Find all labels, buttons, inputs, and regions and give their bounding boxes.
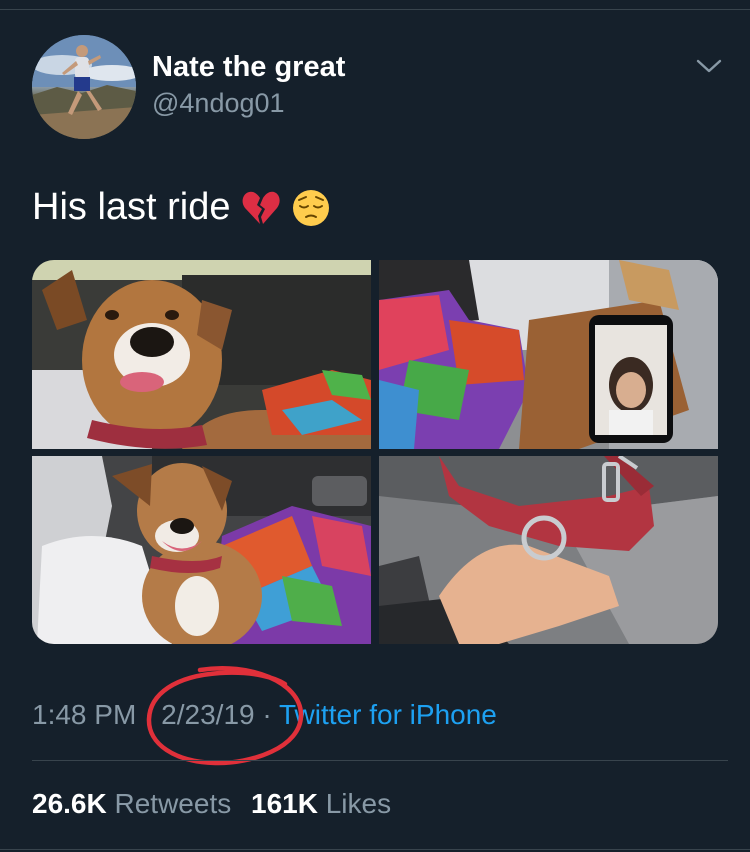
meta-separator: ·: [254, 699, 279, 730]
tweet-text-content: His last ride: [32, 186, 231, 228]
photo-dog-in-car[interactable]: [32, 260, 371, 449]
tweet-date[interactable]: 2/23/19: [161, 699, 254, 730]
avatar[interactable]: [32, 35, 136, 139]
photo-blanket-and-phone[interactable]: [379, 260, 718, 449]
photo-dog-smiling[interactable]: [32, 456, 371, 644]
tweet-text: His last ride: [32, 186, 331, 229]
likes-stat[interactable]: 161K Likes: [251, 788, 391, 819]
tweet-meta: 1:48 PM · 2/23/19 · Twitter for iPhone: [32, 699, 497, 731]
likes-count: 161K: [251, 788, 318, 819]
photo-hand-holding-collar[interactable]: [379, 456, 718, 644]
chevron-down-icon[interactable]: [696, 58, 722, 74]
display-name[interactable]: Nate the great: [152, 51, 345, 84]
likes-label: Likes: [325, 788, 392, 819]
broken-heart-icon: [241, 188, 281, 228]
engagement-stats: 26.6K Retweets 161K Likes: [32, 788, 403, 820]
user-handle[interactable]: @4ndog01: [152, 88, 285, 119]
retweets-stat[interactable]: 26.6K Retweets: [32, 788, 231, 819]
tweet-source-link[interactable]: Twitter for iPhone: [279, 699, 497, 730]
meta-separator: ·: [136, 699, 162, 730]
tweet-time: 1:48 PM: [32, 699, 137, 730]
pensive-face-icon: [291, 188, 331, 228]
media-grid: [32, 260, 718, 644]
top-divider: [0, 9, 750, 10]
bottom-divider: [0, 849, 750, 850]
retweets-count: 26.6K: [32, 788, 107, 819]
retweets-label: Retweets: [114, 788, 232, 819]
divider: [32, 760, 728, 761]
